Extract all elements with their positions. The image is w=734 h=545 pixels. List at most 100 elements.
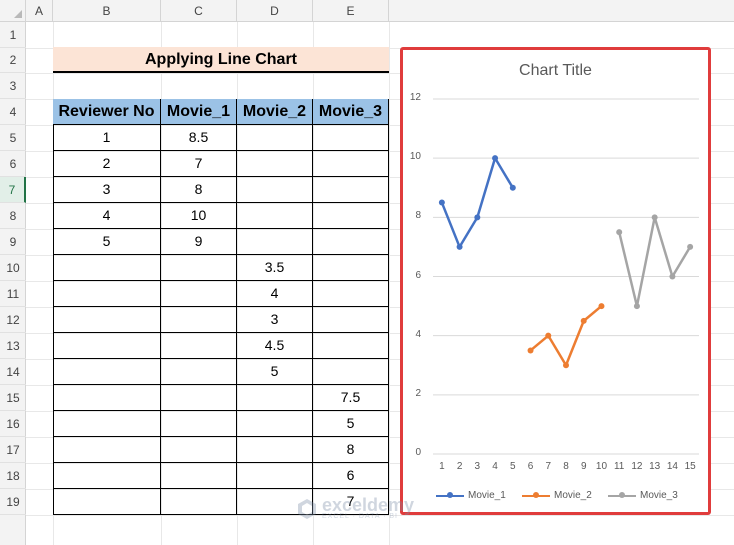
row-header-9[interactable]: 9 xyxy=(0,229,26,255)
table-cell[interactable] xyxy=(161,281,237,307)
table-cell[interactable] xyxy=(313,229,389,255)
table-cell[interactable] xyxy=(161,385,237,411)
table-cell[interactable]: 2 xyxy=(53,151,161,177)
table-cell[interactable] xyxy=(313,255,389,281)
table-cell[interactable] xyxy=(237,203,313,229)
table-cell[interactable]: 4 xyxy=(53,203,161,229)
table-cell[interactable] xyxy=(161,307,237,333)
table-cell[interactable]: 3 xyxy=(53,177,161,203)
row-header-7[interactable]: 7 xyxy=(0,177,26,203)
table-cell[interactable] xyxy=(313,177,389,203)
row-header-10[interactable]: 10 xyxy=(0,255,26,281)
table-cell[interactable] xyxy=(53,255,161,281)
select-all-corner[interactable] xyxy=(0,0,26,22)
data-point-movie_1[interactable] xyxy=(456,243,463,250)
row-header-6[interactable]: 6 xyxy=(0,151,26,177)
table-cell[interactable]: 4 xyxy=(237,281,313,307)
table-cell[interactable] xyxy=(237,463,313,489)
table-cell[interactable]: 4.5 xyxy=(237,333,313,359)
legend-item-movie_2[interactable]: Movie_2 xyxy=(522,490,592,501)
row-header-5[interactable]: 5 xyxy=(0,125,26,151)
data-point-movie_3[interactable] xyxy=(669,273,676,280)
column-header-e[interactable]: E xyxy=(313,0,389,22)
table-cell[interactable] xyxy=(53,411,161,437)
table-cell[interactable]: 10 xyxy=(161,203,237,229)
table-cell[interactable]: 8.5 xyxy=(161,125,237,151)
row-header-18[interactable]: 18 xyxy=(0,463,26,489)
table-header-movie_1[interactable]: Movie_1 xyxy=(161,99,237,125)
table-cell[interactable] xyxy=(53,489,161,515)
data-point-movie_2[interactable] xyxy=(527,347,534,354)
table-cell[interactable]: 8 xyxy=(313,437,389,463)
data-point-movie_1[interactable] xyxy=(492,155,499,162)
table-cell[interactable]: 9 xyxy=(161,229,237,255)
row-header-19[interactable]: 19 xyxy=(0,489,26,515)
table-cell[interactable] xyxy=(161,255,237,281)
column-header-a[interactable]: A xyxy=(26,0,53,22)
data-point-movie_3[interactable] xyxy=(651,214,658,221)
table-cell[interactable] xyxy=(53,437,161,463)
table-cell[interactable] xyxy=(313,203,389,229)
data-point-movie_2[interactable] xyxy=(598,303,605,310)
table-cell[interactable] xyxy=(53,333,161,359)
row-header-2[interactable]: 2 xyxy=(0,48,26,73)
row-header-1[interactable]: 1 xyxy=(0,22,26,48)
data-point-movie_1[interactable] xyxy=(438,199,445,206)
column-header-c[interactable]: C xyxy=(161,0,237,22)
data-point-movie_3[interactable] xyxy=(687,243,694,250)
series-line-movie_3[interactable] xyxy=(617,216,692,308)
table-cell[interactable] xyxy=(161,489,237,515)
table-cell[interactable] xyxy=(237,151,313,177)
data-point-movie_3[interactable] xyxy=(633,303,640,310)
table-cell[interactable] xyxy=(53,307,161,333)
series-line-movie_1[interactable] xyxy=(440,156,514,249)
row-header-13[interactable]: 13 xyxy=(0,333,26,359)
row-header-15[interactable]: 15 xyxy=(0,385,26,411)
row-header-3[interactable]: 3 xyxy=(0,73,26,99)
table-cell[interactable] xyxy=(313,333,389,359)
row-header-11[interactable]: 11 xyxy=(0,281,26,307)
data-point-movie_3[interactable] xyxy=(616,229,623,236)
table-cell[interactable]: 1 xyxy=(53,125,161,151)
table-cell[interactable] xyxy=(313,125,389,151)
table-cell[interactable] xyxy=(313,307,389,333)
table-cell[interactable] xyxy=(53,385,161,411)
table-cell[interactable]: 6 xyxy=(313,463,389,489)
table-cell[interactable]: 5 xyxy=(53,229,161,255)
row-header-16[interactable]: 16 xyxy=(0,411,26,437)
chart-plot-area[interactable] xyxy=(403,50,708,512)
table-cell[interactable] xyxy=(161,333,237,359)
table-cell[interactable] xyxy=(53,359,161,385)
table-cell[interactable] xyxy=(237,411,313,437)
table-cell[interactable]: 7.5 xyxy=(313,385,389,411)
row-header-14[interactable]: 14 xyxy=(0,359,26,385)
table-cell[interactable]: 3.5 xyxy=(237,255,313,281)
table-header-movie_2[interactable]: Movie_2 xyxy=(237,99,313,125)
table-cell[interactable]: 7 xyxy=(161,151,237,177)
table-cell[interactable] xyxy=(237,125,313,151)
legend-item-movie_3[interactable]: Movie_3 xyxy=(608,490,678,501)
row-header-17[interactable]: 17 xyxy=(0,437,26,463)
column-header-d[interactable]: D xyxy=(237,0,313,22)
legend-item-movie_1[interactable]: Movie_1 xyxy=(436,490,506,501)
table-cell[interactable] xyxy=(53,281,161,307)
table-cell[interactable]: 3 xyxy=(237,307,313,333)
table-cell[interactable] xyxy=(237,229,313,255)
data-point-movie_1[interactable] xyxy=(474,214,481,221)
data-point-movie_1[interactable] xyxy=(509,184,516,191)
row-header-4[interactable]: 4 xyxy=(0,99,26,125)
table-cell[interactable]: 5 xyxy=(313,411,389,437)
table-header-reviewer-no[interactable]: Reviewer No xyxy=(53,99,161,125)
table-cell[interactable] xyxy=(161,411,237,437)
line-chart[interactable]: Chart Title 0 2 4 6 8 10 12 1 2 3 4 5 6 7 8 9 10 11 12 13 1… xyxy=(400,47,711,515)
data-point-movie_2[interactable] xyxy=(545,332,552,339)
table-cell[interactable] xyxy=(161,359,237,385)
data-point-movie_2[interactable] xyxy=(563,362,569,369)
table-cell[interactable] xyxy=(313,151,389,177)
table-cell[interactable] xyxy=(313,359,389,385)
sheet-title-cell[interactable]: Applying Line Chart xyxy=(53,47,389,73)
table-cell[interactable] xyxy=(237,437,313,463)
table-cell[interactable] xyxy=(53,463,161,489)
table-cell[interactable] xyxy=(313,281,389,307)
table-cell[interactable]: 8 xyxy=(161,177,237,203)
